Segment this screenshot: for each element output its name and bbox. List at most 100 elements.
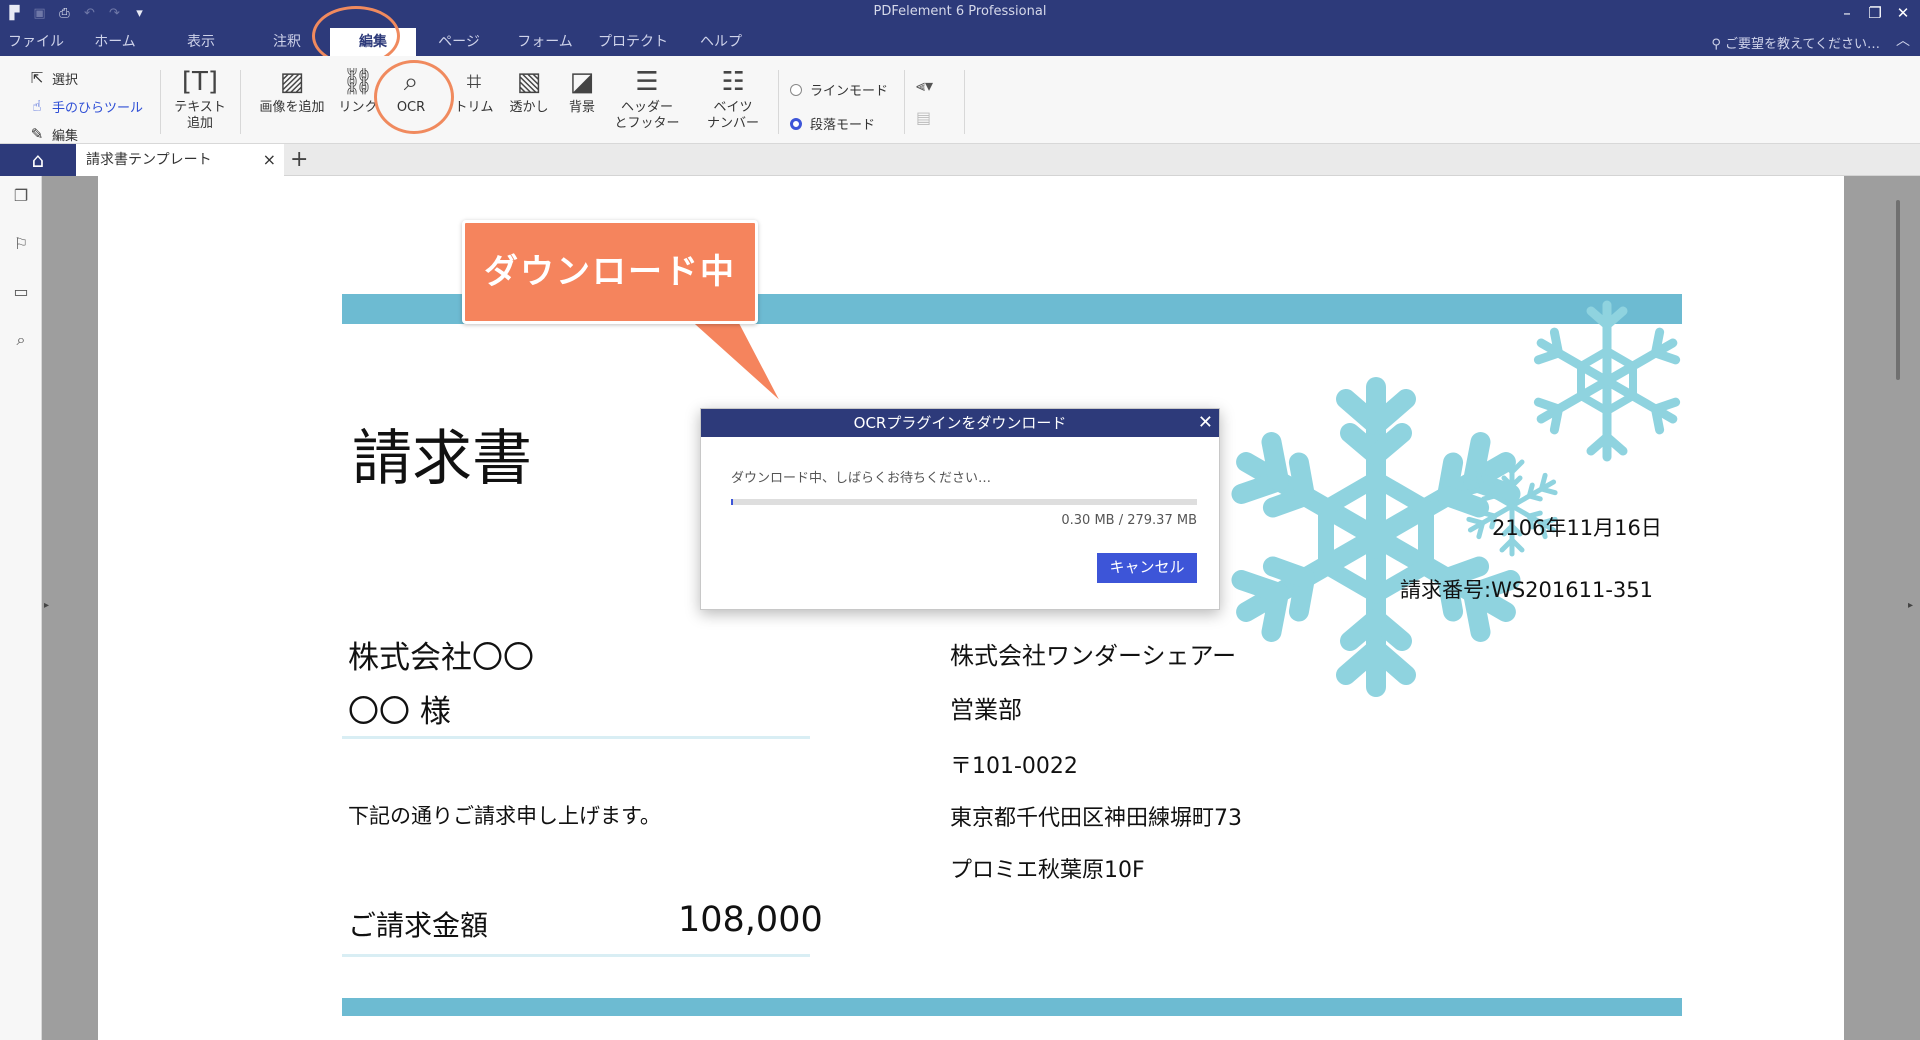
menu-home[interactable]: ホーム xyxy=(72,28,158,56)
menu-help[interactable]: ヘルプ xyxy=(678,28,764,56)
add-text-button[interactable]: [T] テキスト 追加 xyxy=(172,66,228,132)
home-tab[interactable]: ⌂ xyxy=(0,144,76,176)
cursor-icon: ⇱ xyxy=(30,69,44,87)
link-button[interactable]: ⛓ リンク xyxy=(336,66,380,116)
client-underline xyxy=(342,736,810,739)
amount-label: ご請求金額 xyxy=(348,909,489,942)
ribbon-separator xyxy=(240,70,241,134)
tool-mode-group: ⇱ 選択 ☝ 手のひらツール ✎ 編集 xyxy=(28,64,143,148)
watermark-icon: ▧ xyxy=(516,67,542,97)
header-footer-button[interactable]: ☰ ヘッダー とフッター xyxy=(612,66,682,132)
download-size: 0.30 MB / 279.37 MB xyxy=(1061,513,1197,528)
intro-text: 下記の通りご請求申し上げます。 xyxy=(348,804,661,828)
menu-page[interactable]: ページ xyxy=(416,28,502,56)
snowflake-small xyxy=(1466,455,1558,557)
downloading-callout: ダウンロード中 xyxy=(462,220,758,324)
crop-icon: ⌗ xyxy=(466,67,482,97)
dialog-message: ダウンロード中、しばらくお待ちください… xyxy=(731,471,992,486)
snowflake-top-right xyxy=(1533,300,1681,462)
ocr-download-dialog: OCRプラグインをダウンロード ✕ ダウンロード中、しばらくお待ちください… 0… xyxy=(700,408,1220,610)
app-title: PDFelement 6 Professional xyxy=(873,4,1047,19)
amount-underline xyxy=(342,954,810,957)
document-tab[interactable]: 請求書テンプレート × xyxy=(76,144,284,176)
expand-right-panel-icon[interactable]: ▸ xyxy=(1908,600,1913,611)
left-page-gutter xyxy=(42,176,98,1040)
background-button[interactable]: ◪ 背景 xyxy=(560,66,604,116)
select-tool[interactable]: ⇱ 選択 xyxy=(28,64,143,92)
edit-icon: ✎ xyxy=(30,125,44,143)
side-panel: ❐ ⚐ ▭ ⌕ xyxy=(0,176,42,1040)
thumbnails-icon[interactable]: ❐ xyxy=(12,186,30,205)
cancel-button[interactable]: キャンセル xyxy=(1097,553,1197,583)
invoice-title: 請求書 xyxy=(352,424,532,494)
ocr-button[interactable]: ⌕ OCR xyxy=(390,66,432,116)
feedback-box[interactable]: ⚲ ご要望を教えてください… xyxy=(1711,33,1880,52)
bates-number-icon: ☷ xyxy=(721,67,745,97)
sender-address: 東京都千代田区神田練塀町73 xyxy=(950,806,1242,831)
home-icon: ⌂ xyxy=(31,148,45,172)
sender-zip: 〒101-0022 xyxy=(950,754,1078,779)
radio-checked xyxy=(790,117,802,130)
callout-tail xyxy=(683,318,786,408)
minimize-icon[interactable]: – xyxy=(1834,2,1860,24)
ribbon-separator xyxy=(964,70,965,134)
close-window-icon[interactable]: ✕ xyxy=(1890,2,1916,24)
line-mode-radio[interactable]: ラインモード xyxy=(790,80,888,99)
paragraph-mode-radio[interactable]: 段落モード xyxy=(790,114,875,133)
header-footer-icon: ☰ xyxy=(635,67,659,97)
dialog-close-icon[interactable]: ✕ xyxy=(1198,409,1213,437)
dialog-header: OCRプラグインをダウンロード ✕ xyxy=(701,409,1219,437)
expand-left-panel-icon[interactable]: ▸ xyxy=(44,600,49,611)
text-box-icon: [T] xyxy=(181,67,219,97)
client-person: 〇〇 様 xyxy=(348,694,451,730)
ribbon-separator xyxy=(904,70,905,134)
vertical-scrollbar[interactable] xyxy=(1896,200,1900,380)
align-dropdown-icon[interactable]: ⫷▾ xyxy=(916,76,933,96)
menu-comment[interactable]: 注釈 xyxy=(244,28,330,56)
title-bar: ▛ ▣ ⎙ ↶ ↷ ▾ PDFelement 6 Professional – … xyxy=(0,0,1920,56)
menu-view[interactable]: 表示 xyxy=(158,28,244,56)
menu-form[interactable]: フォーム xyxy=(502,28,588,56)
invoice-date: 2106年11月16日 xyxy=(1492,516,1662,540)
bookmark-icon[interactable]: ⚐ xyxy=(12,234,30,253)
ocr-icon: ⌕ xyxy=(403,67,419,97)
link-icon: ⛓ xyxy=(341,67,375,97)
watermark-button[interactable]: ▧ 透かし xyxy=(504,66,554,116)
ribbon-separator xyxy=(160,70,161,134)
comments-icon[interactable]: ▭ xyxy=(12,282,30,301)
background-icon: ◪ xyxy=(569,67,595,97)
ribbon: ⇱ 選択 ☝ 手のひらツール ✎ 編集 [T] テキスト 追加 ▨ 画像を追加 ⛓ リ… xyxy=(0,56,1920,144)
radio-unchecked xyxy=(790,83,802,96)
amount-value: 108,000 xyxy=(678,900,823,940)
sender-department: 営業部 xyxy=(950,696,1022,724)
maximize-icon[interactable]: ❐ xyxy=(1862,2,1888,24)
new-tab-icon[interactable]: + xyxy=(290,144,308,176)
close-tab-icon[interactable]: × xyxy=(263,144,276,176)
client-company: 株式会社〇〇 xyxy=(348,640,534,676)
image-icon: ▨ xyxy=(279,67,305,97)
trim-button[interactable]: ⌗ トリム xyxy=(452,66,496,116)
document-tab-title: 請求書テンプレート xyxy=(86,152,212,168)
sender-building: プロミエ秋葉原10F xyxy=(950,858,1145,883)
feedback-label: ご要望を教えてください… xyxy=(1725,37,1880,52)
bates-number-button[interactable]: ☷ ベイツ ナンバー xyxy=(700,66,766,132)
menu-file[interactable]: ファイル xyxy=(0,28,72,56)
invoice-number: 請求番号:WS201611-351 xyxy=(1400,578,1653,602)
ribbon-separator xyxy=(778,70,779,134)
download-progress-fill xyxy=(731,499,733,505)
hand-icon: ☝ xyxy=(32,97,42,115)
add-image-button[interactable]: ▨ 画像を追加 xyxy=(252,66,332,116)
menu-edit[interactable]: 編集 xyxy=(330,28,416,56)
window-controls: – ❐ ✕ xyxy=(1834,2,1916,24)
menu-protect[interactable]: プロテクト xyxy=(588,28,678,56)
search-icon[interactable]: ⌕ xyxy=(12,330,30,350)
lightbulb-icon: ⚲ xyxy=(1711,37,1726,52)
dialog-title: OCRプラグインをダウンロード xyxy=(853,414,1067,432)
footer-band xyxy=(342,998,1682,1016)
document-tab-strip: ⌂ 請求書テンプレート × + xyxy=(0,144,1920,176)
collapse-ribbon-icon[interactable]: ︿ xyxy=(1896,30,1910,50)
menu-bar: ファイル ホーム 表示 注釈 編集 ページ フォーム プロテクト ヘルプ xyxy=(0,28,764,56)
hand-tool[interactable]: ☝ 手のひらツール xyxy=(28,92,143,120)
download-progress-bar xyxy=(731,499,1197,505)
distribute-icon: ▤ xyxy=(916,108,932,127)
